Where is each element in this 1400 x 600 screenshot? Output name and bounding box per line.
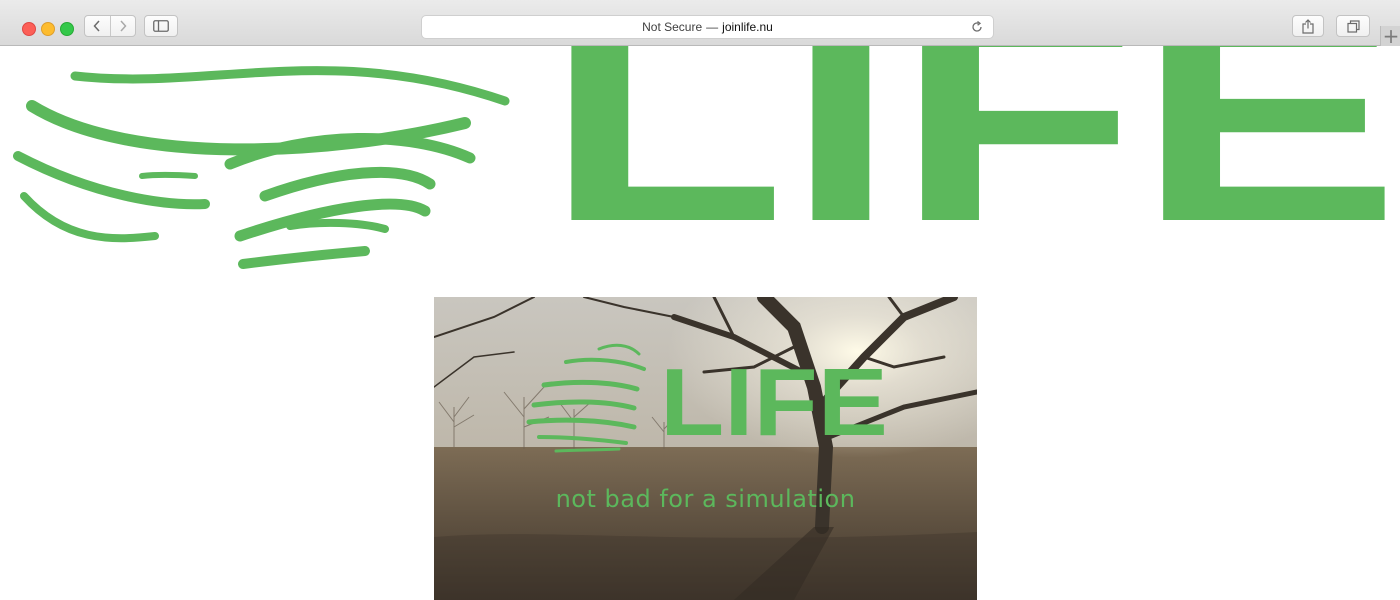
browser-toolbar: Not Secure — joinlife.nu +: [0, 0, 1400, 46]
close-window-button[interactable]: [22, 22, 36, 36]
back-button[interactable]: [85, 16, 110, 36]
new-tab-button[interactable]: +: [1380, 26, 1400, 46]
life-logo-wordmark: LIFE: [545, 46, 1400, 284]
tabs-overview-icon: [1346, 19, 1360, 33]
chevron-left-icon: [93, 20, 100, 32]
life-logo[interactable]: LIFE: [0, 46, 1400, 286]
video-background: LIFE: [434, 297, 977, 600]
share-button[interactable]: [1292, 15, 1324, 37]
video-life-wordmark: LIFE: [660, 349, 888, 456]
address-bar[interactable]: Not Secure — joinlife.nu: [421, 15, 994, 39]
sidebar-icon: [153, 20, 169, 32]
share-icon: [1302, 18, 1314, 34]
address-domain: joinlife.nu: [722, 20, 773, 34]
navigation-buttons: [84, 15, 136, 37]
sidebar-button[interactable]: [144, 15, 178, 37]
chevron-right-icon: [120, 20, 127, 32]
reload-button[interactable]: [969, 19, 985, 35]
minimize-window-button[interactable]: [41, 22, 55, 36]
security-status: Not Secure: [642, 20, 703, 34]
forward-button[interactable]: [109, 16, 136, 36]
reload-icon: [972, 21, 982, 32]
wave-mark-icon: [13, 66, 510, 269]
zoom-window-button[interactable]: [60, 22, 74, 36]
address-separator: —: [706, 20, 719, 34]
video-tagline: not bad for a simulation: [555, 485, 856, 513]
life-logo-graphic: LIFE: [13, 46, 1400, 284]
tabs-overview-button[interactable]: [1336, 15, 1370, 37]
promo-video[interactable]: LIFE not bad for a simulation: [434, 297, 977, 600]
